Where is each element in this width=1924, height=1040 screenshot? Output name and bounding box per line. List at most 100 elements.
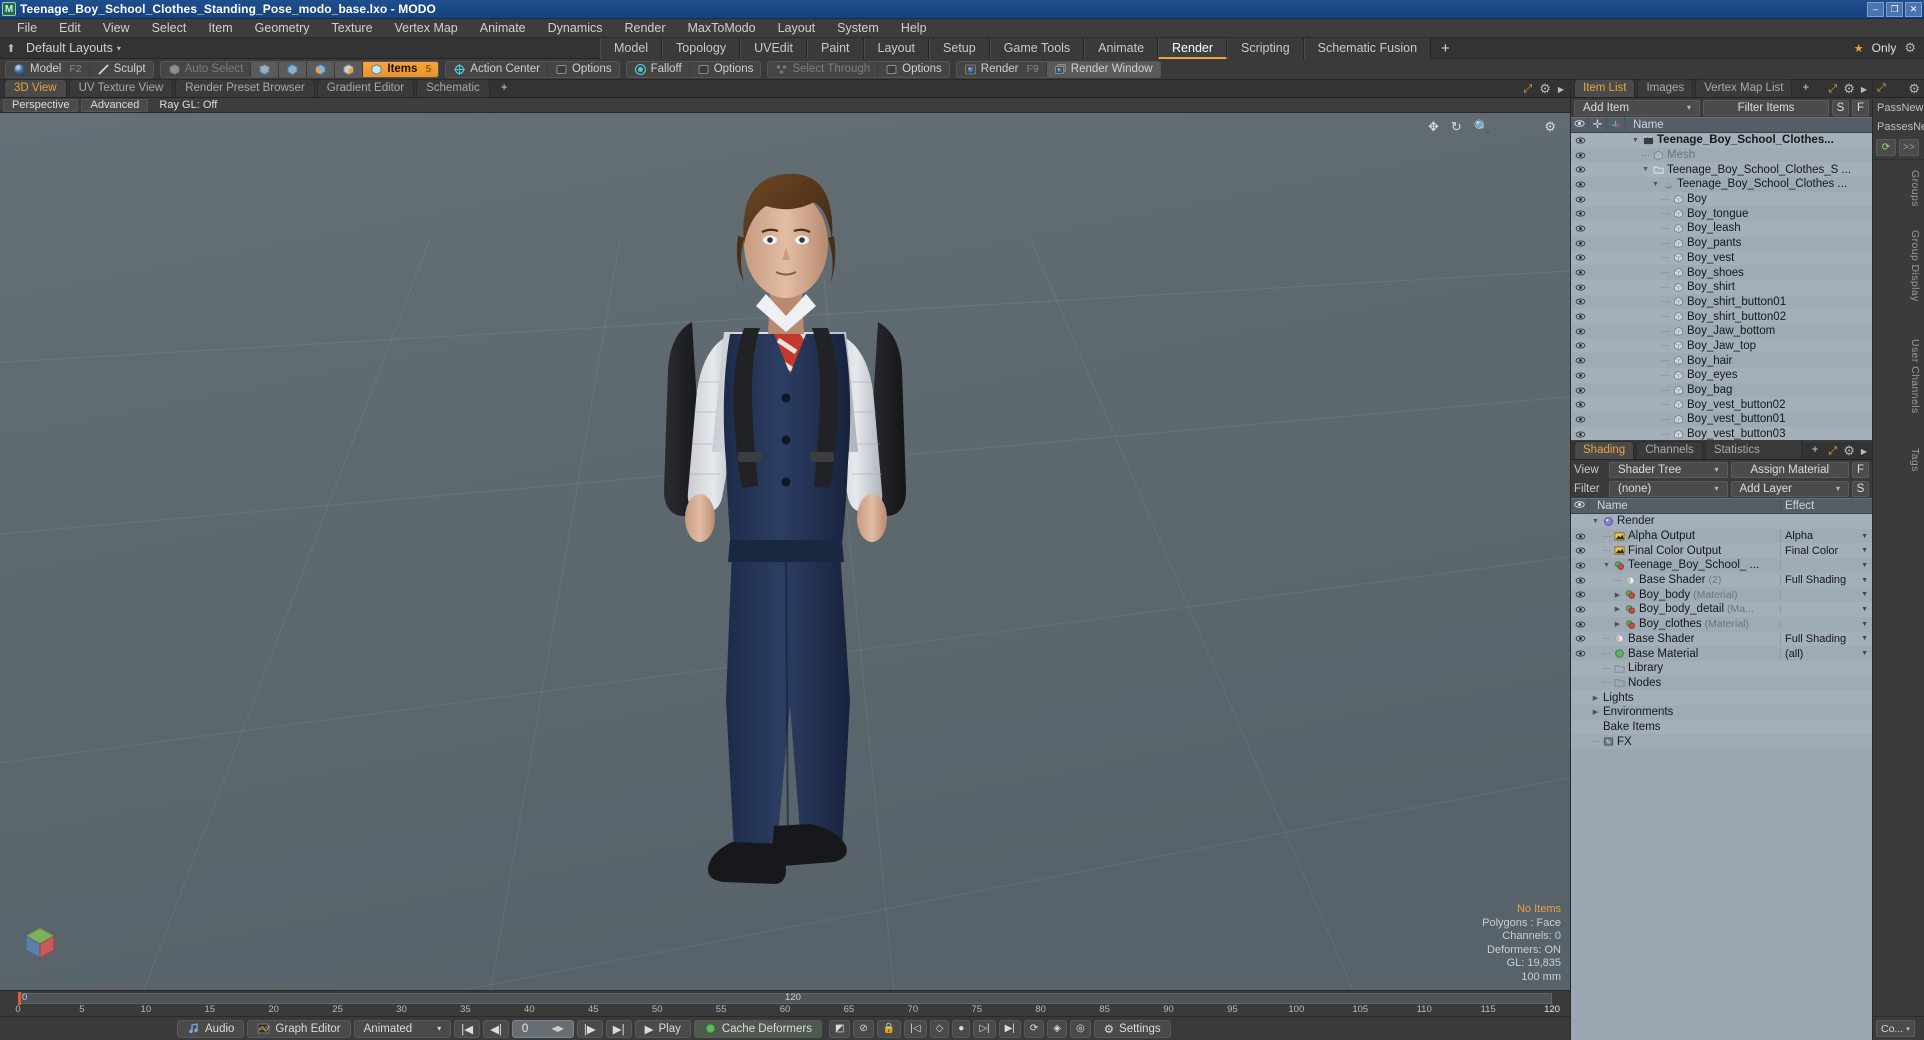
jump-to-end-button[interactable]: ▶| — [605, 1019, 632, 1038]
twist-toggle-icon[interactable]: ▼ — [1631, 137, 1640, 144]
audio-button[interactable]: Audio — [177, 1019, 245, 1038]
layout-tab-uvedit[interactable]: UVEdit — [740, 38, 807, 59]
gear-icon[interactable]: ⚙ — [1904, 40, 1916, 56]
vertical-tab-groups[interactable]: Groups — [1909, 170, 1921, 207]
gear-icon[interactable]: ⚙ — [1843, 443, 1855, 459]
vertical-tab-tags[interactable]: Tags — [1909, 448, 1921, 472]
tab-vertex-map-list[interactable]: Vertex Map List — [1695, 79, 1793, 97]
layout-tab-model[interactable]: Model — [600, 38, 663, 59]
timeline[interactable]: 0 5 10 15 20 25 30 35 40 45 50 55 60 65 70 75 80 85 90 95 10… — [0, 990, 1570, 1016]
layout-tab-schematic-fusion[interactable]: Schematic Fusion — [1303, 38, 1432, 59]
viewport-tab-uv-texture-view[interactable]: UV Texture View — [68, 79, 174, 97]
zoom-icon[interactable]: 🔍 — [1474, 119, 1490, 135]
item-name-cell[interactable]: ⋯ Boy_vest_button03 — [1629, 428, 1872, 440]
chevron-down-icon[interactable]: ▼ — [1861, 606, 1868, 613]
item-list-row[interactable]: ⋯ Mesh — [1571, 147, 1872, 163]
layout-tab-scripting[interactable]: Scripting — [1227, 38, 1304, 59]
visibility-toggle[interactable] — [1571, 576, 1589, 585]
sculpt-mode-button[interactable]: Sculpt — [90, 62, 153, 77]
layout-tab-topology[interactable]: Topology — [662, 38, 741, 59]
item-name-cell[interactable]: ⋯ Boy_shirt — [1629, 281, 1872, 293]
cycle-icon[interactable]: ⟳ — [1023, 1019, 1045, 1038]
item-name-cell[interactable]: ⋯ Boy_leash — [1629, 222, 1872, 234]
assign-material-button[interactable]: Assign Material — [1730, 461, 1849, 478]
item-name-cell[interactable]: ⋯ Boy_vest_button02 — [1629, 399, 1872, 411]
chevron-right-icon[interactable]: ▶ — [1558, 85, 1564, 94]
axis-column-icon[interactable] — [1607, 117, 1625, 133]
visibility-toggle[interactable] — [1571, 312, 1589, 321]
visibility-toggle[interactable] — [1571, 283, 1589, 292]
render-window-button[interactable]: Render Window — [1046, 61, 1160, 77]
item-name-cell[interactable]: ⋯ Boy_shirt_button01 — [1629, 296, 1872, 308]
item-list-row[interactable]: ⋯ Boy_leash — [1571, 221, 1872, 236]
shader-name-cell[interactable]: ▶ Environments — [1589, 706, 1780, 718]
visibility-toggle[interactable] — [1571, 180, 1589, 189]
item-list-row[interactable]: ⋯ Boy_shirt — [1571, 279, 1872, 295]
filter-items-button[interactable]: Filter Items — [1703, 99, 1829, 116]
shader-tree-row[interactable]: ▶ Boy_clothes (Material) ▼ — [1571, 616, 1872, 632]
item-list-row[interactable]: ⋯ Boy_vest_button02 — [1571, 397, 1872, 413]
chevron-down-icon[interactable]: ▼ — [1861, 547, 1868, 554]
item-name-cell[interactable]: ⋯ Mesh — [1629, 149, 1872, 161]
shader-name-cell[interactable]: ⋯ Base Shader — [1589, 633, 1780, 645]
layout-add-tab[interactable]: + — [1431, 38, 1460, 59]
layout-tab-setup[interactable]: Setup — [929, 38, 990, 59]
item-name-cell[interactable]: ⋯ Boy_Jaw_top — [1629, 340, 1872, 352]
passes-value[interactable]: New — [1913, 121, 1924, 133]
menu-edit[interactable]: Edit — [48, 19, 92, 38]
tab-images[interactable]: Images — [1637, 79, 1694, 97]
shader-tree-row[interactable]: ⋯ Base Shader (2) Full Shading ▼ — [1571, 572, 1872, 588]
item-list-row[interactable]: ⋯ Boy_bag — [1571, 382, 1872, 398]
tab-channels[interactable]: Channels — [1636, 441, 1703, 459]
chevron-down-icon[interactable]: ▼ — [1861, 577, 1868, 584]
viewport-3d[interactable]: ✥ ↻ 🔍 ⚙ No Items Polygons : Face Channel… — [0, 113, 1570, 990]
forward-button[interactable]: >> — [1899, 139, 1919, 156]
lock-column-icon[interactable]: ✛ — [1589, 117, 1607, 133]
expand-icon[interactable]: ⤢ — [1877, 82, 1886, 95]
shader-effect-cell[interactable]: Alpha ▼ — [1780, 530, 1872, 543]
pass-value[interactable]: New — [1901, 102, 1923, 114]
menu-file[interactable]: File — [6, 19, 48, 38]
viewport-tab-schematic[interactable]: Schematic — [416, 79, 490, 97]
twist-toggle-icon[interactable]: ▼ — [1651, 181, 1660, 188]
item-list-row[interactable]: ▼ Teenage_Boy_School_Clothes... — [1571, 133, 1872, 148]
item-name-cell[interactable]: ⋯ Boy_bag — [1629, 384, 1872, 396]
item-list-tree[interactable]: ▼ Teenage_Boy_School_Clothes... ⋯ Mesh ▼ Teen… — [1571, 133, 1872, 440]
shader-tree-row[interactable]: Bake Items — [1571, 719, 1872, 735]
minimize-button[interactable]: – — [1867, 1, 1884, 17]
expand-icon[interactable]: ⤢ — [1828, 83, 1837, 96]
maximize-button[interactable]: ❐ — [1886, 1, 1903, 17]
move-icon[interactable]: ✥ — [1428, 119, 1439, 135]
visibility-toggle[interactable] — [1571, 605, 1589, 614]
item-name-cell[interactable]: ▼ Teenage_Boy_School_Clothes... — [1629, 134, 1872, 146]
menu-select[interactable]: Select — [141, 19, 198, 38]
item-name-cell[interactable]: ▼ Teenage_Boy_School_Clothes_S ... — [1629, 164, 1872, 176]
item-name-cell[interactable]: ⋯ Boy_Jaw_bottom — [1629, 325, 1872, 337]
shader-tree-row[interactable]: ▶ Boy_body (Material) ▼ — [1571, 587, 1872, 603]
twist-toggle-icon[interactable]: ▶ — [1591, 708, 1600, 716]
chevron-down-icon[interactable]: ▼ — [1861, 591, 1868, 598]
shader-tree-row[interactable]: ⋯ fx FX — [1571, 734, 1872, 749]
visibility-toggle[interactable] — [1571, 136, 1589, 145]
item-name-cell[interactable]: ⋯ Boy_tongue — [1629, 208, 1872, 220]
command-dropdown[interactable]: Co... ▾ — [1876, 1020, 1915, 1037]
gear-icon[interactable]: ⚙ — [1539, 81, 1551, 97]
add-item-button[interactable]: Add Item ▾ — [1574, 99, 1700, 116]
shader-name-cell[interactable]: ⋯ Final Color Output — [1589, 545, 1780, 557]
shader-name-cell[interactable]: ⋯ Nodes — [1589, 677, 1780, 689]
layout-tab-layout[interactable]: Layout — [863, 38, 930, 59]
itemlist-f-button[interactable]: F — [1852, 99, 1869, 116]
shading-f-button[interactable]: F — [1852, 461, 1869, 478]
shader-effect-cell[interactable]: (all) ▼ — [1780, 647, 1872, 660]
shader-tree-row[interactable]: ▶ Boy_body_detail (Ma... ▼ — [1571, 602, 1872, 617]
visibility-toggle[interactable] — [1571, 165, 1589, 174]
select-through-button[interactable]: Select Through — [768, 61, 879, 77]
shader-name-cell[interactable]: ▶ Lights — [1589, 692, 1780, 704]
item-list-row[interactable]: ⋯ Boy_eyes — [1571, 368, 1872, 383]
item-list-row[interactable]: ⋯ Boy_vest_button03 — [1571, 426, 1872, 440]
shader-name-cell[interactable]: ⋯ Base Shader (2) — [1589, 574, 1780, 586]
shader-name-cell[interactable]: ▶ Boy_clothes (Material) — [1589, 618, 1780, 630]
item-list-row[interactable]: ⋯ Boy_shirt_button01 — [1571, 294, 1872, 310]
rotate-icon[interactable]: ↻ — [1451, 119, 1462, 135]
projection-dropdown[interactable]: Perspective — [3, 98, 79, 112]
